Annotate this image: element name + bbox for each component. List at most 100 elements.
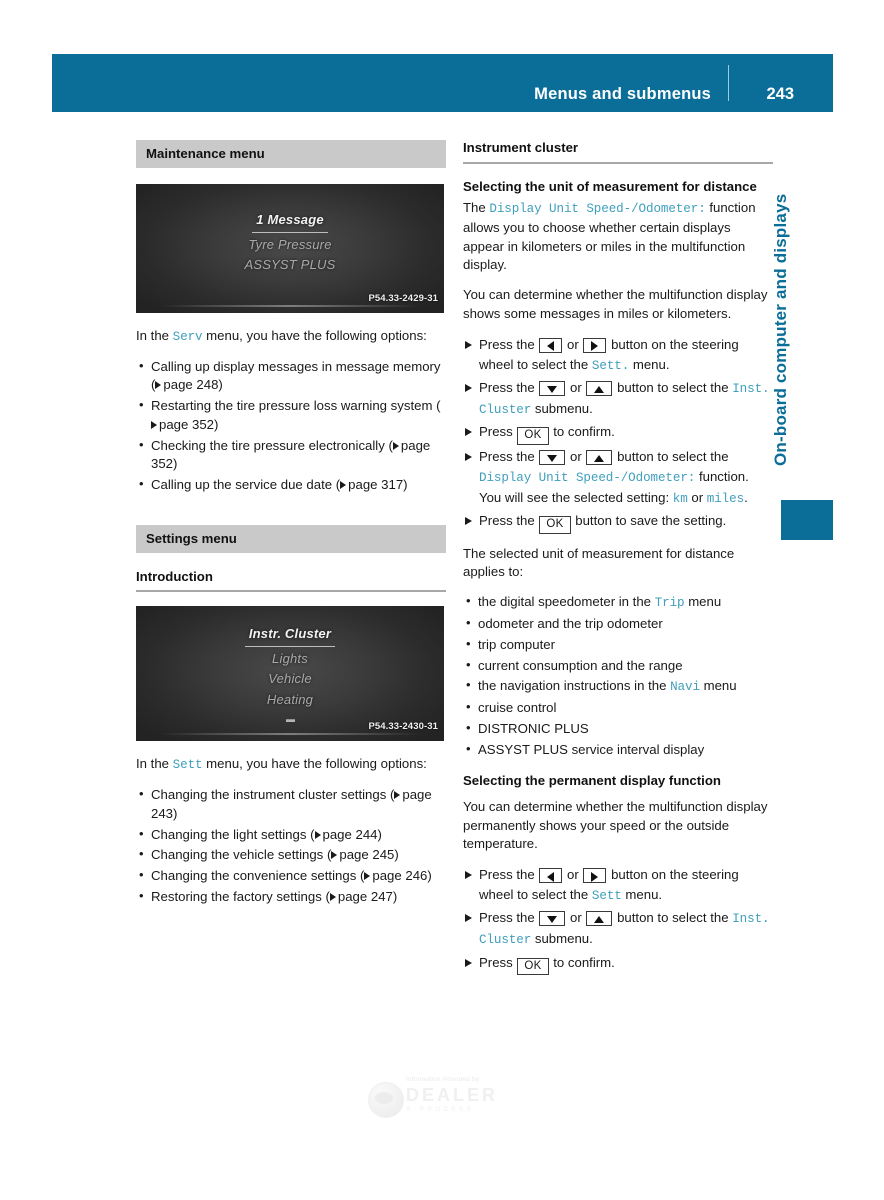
cluster-row: Tyre Pressure [248, 236, 332, 252]
heading-selecting-permanent-display: Selecting the permanent display function [463, 773, 721, 789]
option-text: Changing the vehicle settings [151, 847, 327, 863]
step-text: or [566, 379, 586, 395]
step-text: button to select the [613, 379, 733, 395]
item-text: menu [699, 678, 737, 694]
list-item: Calling up display messages in message m… [136, 357, 446, 395]
option-text: Calling up the service due date [151, 477, 336, 493]
maintenance-cluster-photo: 1 Message Tyre Pressure ASSYST PLUS P54.… [136, 183, 444, 313]
intro-after: menu, you have the following options: [202, 327, 427, 343]
left-arrow-icon [547, 341, 555, 352]
menu-name-sett: Sett [591, 889, 622, 904]
applies-to-list: the digital speedometer in the Trip menu… [463, 592, 773, 760]
unit-steps-list: Press the or button on the steering whee… [463, 335, 773, 534]
menu-name-sett: Sett [172, 758, 203, 773]
step-text: to confirm. [549, 954, 615, 970]
maintenance-cluster-list: 1 Message Tyre Pressure ASSYST PLUS [136, 210, 444, 275]
down-arrow-icon [547, 454, 558, 462]
menu-name-serv: Serv [172, 329, 203, 344]
right-arrow-button-icon[interactable] [583, 868, 607, 884]
chapter-side-tab-marker [781, 500, 833, 540]
left-arrow-button-icon[interactable] [539, 337, 563, 353]
up-arrow-button-icon[interactable] [586, 380, 613, 396]
page-ref-label[interactable]: page 352 [159, 417, 214, 432]
page-ref-icon [331, 851, 338, 860]
page-ref-icon [394, 791, 401, 800]
option-text: Restoring the factory settings [151, 888, 326, 904]
page-title: Menus and submenus [534, 85, 711, 103]
ok-button-icon[interactable]: OK [517, 427, 549, 445]
step-text: Press [479, 954, 517, 970]
page-ref-label[interactable]: page 248 [163, 377, 218, 392]
settings-cluster-photo: Instr. Cluster Lights Vehicle Heating ▬ … [136, 606, 444, 742]
page-ref-icon [314, 830, 321, 839]
page-ref-icon [329, 892, 336, 901]
list-item: odometer and the trip odometer [463, 614, 773, 634]
left-arrow-button-icon[interactable] [539, 868, 563, 884]
right-arrow-button-icon[interactable] [583, 337, 607, 353]
unit-value-miles: miles [706, 491, 745, 506]
maintenance-options-list: Calling up display messages in message m… [136, 357, 446, 495]
permanent-steps-list: Press the or button on the steering whee… [463, 865, 773, 976]
maintenance-intro-paragraph: In the Serv menu, you have the following… [136, 327, 446, 347]
heading-introduction: Introduction [136, 569, 446, 593]
step-text: or [566, 910, 586, 926]
option-text: Changing the instrument cluster settings [151, 787, 390, 803]
list-item: Calling up the service due date (page 31… [136, 475, 446, 495]
right-arrow-icon [591, 871, 599, 882]
ok-button-icon[interactable]: OK [517, 957, 549, 976]
step-text: Press the [479, 513, 539, 529]
step-text: . [744, 489, 748, 505]
up-arrow-button-icon[interactable] [586, 911, 613, 927]
list-item: Restarting the tire pressure loss warnin… [136, 396, 446, 434]
step-text: Press [479, 424, 517, 440]
step-text: function. [695, 468, 749, 484]
step-item: Press the or button on the steering whee… [463, 865, 773, 906]
unit-value-km: km [672, 491, 688, 506]
function-name-display-unit: Display Unit Speed-/Odometer: [479, 470, 696, 485]
page-ref-icon [151, 420, 157, 429]
page-ref-label[interactable]: page 245 [339, 847, 394, 862]
watermark-brand: DEALER [406, 1085, 499, 1105]
ok-button-icon[interactable]: OK [539, 516, 571, 534]
up-arrow-icon [594, 916, 605, 924]
step-item: Press the or button to select the Inst. … [463, 908, 773, 950]
settings-cluster-list: Instr. Cluster Lights Vehicle Heating ▬ [136, 624, 444, 724]
down-arrow-button-icon[interactable] [539, 911, 566, 927]
globe-icon [368, 1082, 404, 1118]
step-item: Press OK to confirm. [463, 953, 773, 976]
step-text: menu. [621, 887, 663, 903]
list-item: Checking the tire pressure electronicall… [136, 436, 446, 474]
list-item: ASSYST PLUS service interval display [463, 740, 773, 760]
option-text: Calling up display messages in message m… [151, 358, 441, 374]
down-arrow-button-icon[interactable] [539, 380, 566, 396]
down-arrow-icon [547, 916, 558, 924]
watermark-provided-by: Information Provided by: [406, 1076, 482, 1083]
step-item: Press the or button to select the Inst. … [463, 378, 773, 420]
up-arrow-button-icon[interactable] [586, 449, 613, 465]
step-text: Press the [479, 336, 539, 352]
list-item: the navigation instructions in the Navi … [463, 676, 773, 697]
page-ref-label[interactable]: page 244 [323, 827, 378, 842]
cluster-row: Lights [272, 651, 308, 667]
step-text: Press the [479, 910, 539, 926]
applies-to-intro: The selected unit of measurement for dis… [463, 545, 735, 580]
step-text: Press the [479, 448, 539, 464]
step-item: Press the or button on the steering whee… [463, 335, 773, 376]
left-arrow-icon [547, 871, 555, 882]
step-item: Press the OK button to save the setting. [463, 511, 773, 534]
settings-photo-code: P54.33-2430-31 [368, 721, 438, 733]
cluster-row: Vehicle [268, 671, 312, 687]
option-text: Restarting the tire pressure loss warnin… [151, 398, 437, 414]
list-item: the digital speedometer in the Trip menu [463, 592, 773, 613]
step-text: button to select the [613, 910, 733, 926]
cluster-row: ASSYST PLUS [244, 257, 336, 273]
down-arrow-button-icon[interactable] [539, 449, 566, 465]
list-item: DISTRONIC PLUS [463, 719, 773, 739]
page-ref-label[interactable]: page 317 [348, 477, 403, 492]
list-item: trip computer [463, 635, 773, 655]
page-ref-label[interactable]: page 247 [338, 889, 393, 904]
page-ref-label[interactable]: page 246 [372, 868, 427, 883]
step-item: Press the or button to select the Displa… [463, 447, 773, 509]
unit-paragraph-1: The Display Unit Speed-/Odometer: functi… [463, 199, 773, 275]
step-text: Press the [479, 379, 539, 395]
